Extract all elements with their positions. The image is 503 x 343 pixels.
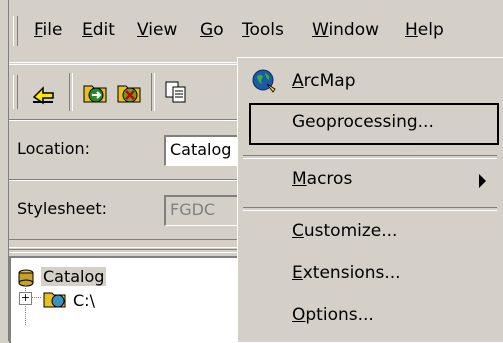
menu-item-customize[interactable]: Customize... [239, 212, 501, 252]
menu-item-geoprocessing[interactable]: Geoprocessing... [239, 103, 501, 145]
up-one-level-icon [32, 86, 54, 105]
tools-dropdown-menu: ArcMap Geoprocessing... Macros Customize… [237, 57, 503, 342]
menu-window[interactable]: Window [312, 20, 379, 40]
submenu-arrow-icon [479, 174, 486, 188]
menu-tools[interactable]: Tools [242, 20, 284, 40]
copy-button[interactable] [161, 77, 191, 107]
arcmap-globe-icon [252, 69, 276, 93]
menu-item-label: ArcMap [292, 71, 356, 91]
menu-item-label: Customize... [292, 221, 398, 241]
tree-label-catalog: Catalog [41, 267, 107, 286]
menu-bar: File Edit View Go Tools Window Help [9, 0, 503, 63]
menu-item-label: Options... [292, 305, 374, 325]
menu-item-label: Extensions... [292, 263, 401, 283]
copy-icon [165, 81, 186, 103]
menubar-grip[interactable] [13, 16, 18, 46]
menu-separator [243, 155, 497, 159]
menu-item-arcmap[interactable]: ArcMap [239, 62, 501, 102]
toolbar-separator [69, 73, 73, 111]
menu-view[interactable]: View [137, 20, 177, 40]
disconnect-folder-icon [117, 85, 141, 103]
window-frame-left [0, 0, 9, 341]
tree-line [31, 297, 41, 298]
menu-item-label: Macros [292, 169, 353, 189]
menu-item-options[interactable]: Options... [239, 296, 501, 336]
toolbar-grip[interactable] [13, 75, 18, 109]
menu-separator [243, 207, 497, 211]
connect-folder-icon [83, 85, 107, 103]
menu-file[interactable]: File [34, 20, 62, 40]
menu-edit[interactable]: Edit [82, 20, 115, 40]
menu-help[interactable]: Help [405, 20, 444, 40]
stylesheet-label: Stylesheet: [17, 199, 108, 218]
folder-connection-icon [43, 292, 66, 308]
location-label: Location: [17, 139, 91, 158]
menu-item-macros[interactable]: Macros [239, 160, 501, 200]
tree-label-c-drive: C:\ [73, 291, 95, 310]
menu-item-extensions[interactable]: Extensions... [239, 254, 501, 294]
toolbar-separator [151, 73, 155, 111]
disconnect-folder-button[interactable] [115, 77, 145, 107]
menu-go[interactable]: Go [200, 20, 224, 40]
menu-item-label: Geoprocessing... [292, 112, 434, 132]
connect-folder-button[interactable] [81, 77, 111, 107]
expand-plus-icon[interactable]: + [19, 292, 32, 305]
up-one-level-button[interactable] [29, 77, 59, 107]
